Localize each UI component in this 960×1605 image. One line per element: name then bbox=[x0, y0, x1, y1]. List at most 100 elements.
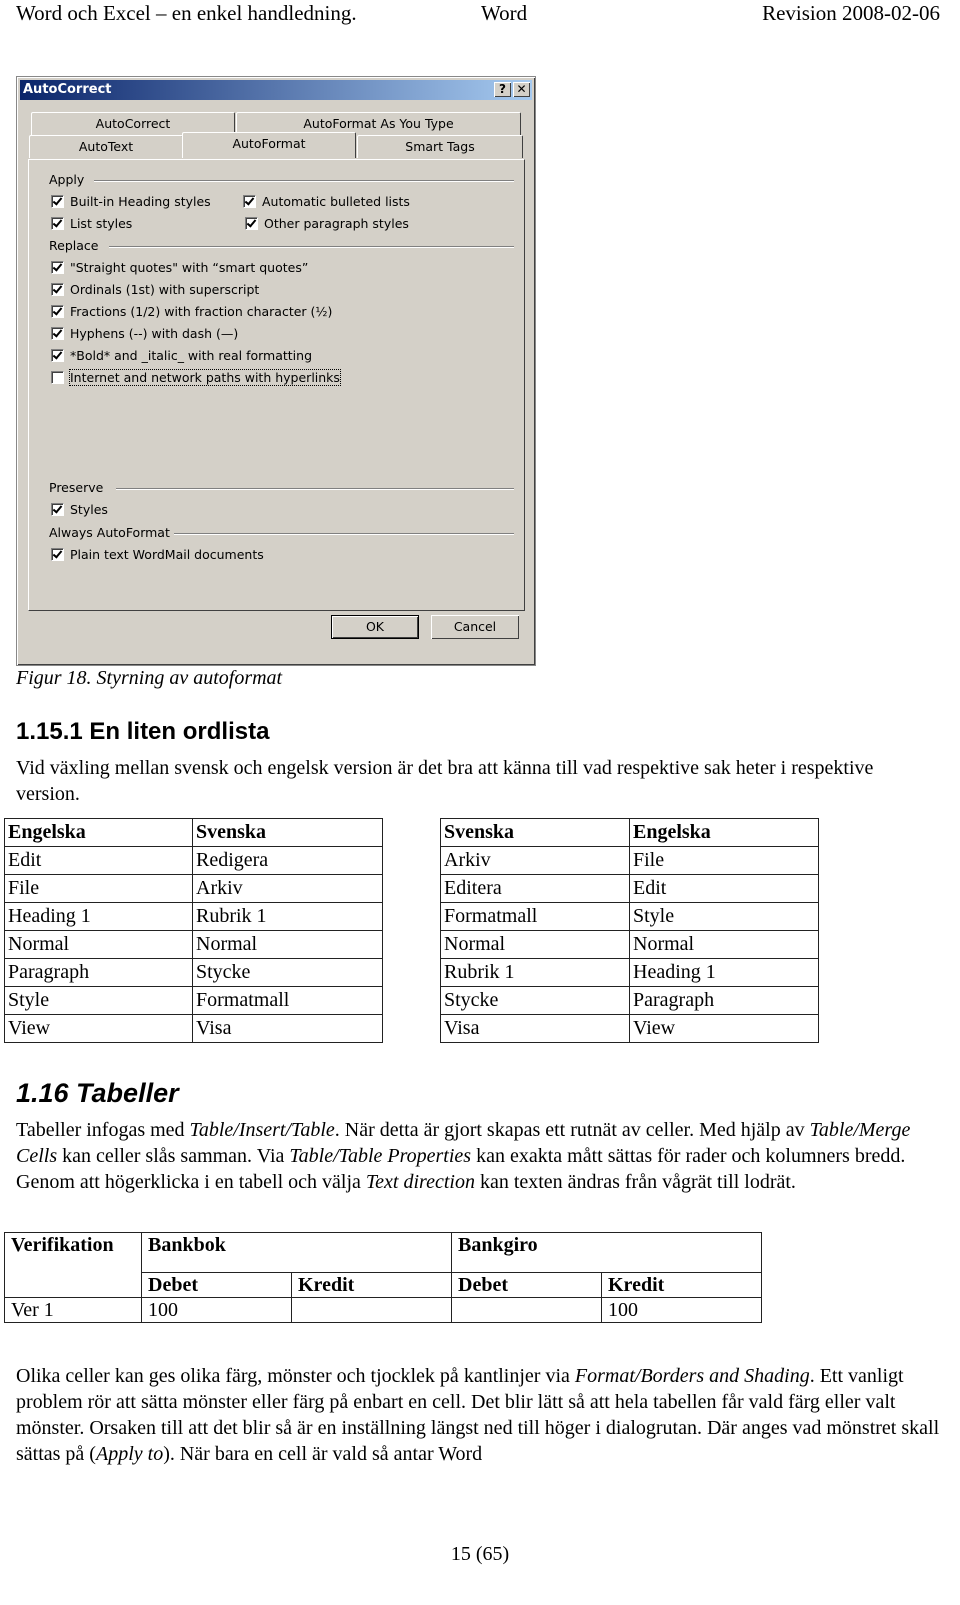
table-cell: Arkiv bbox=[192, 874, 383, 903]
checkbox-list-styles[interactable]: List styles bbox=[51, 216, 132, 231]
checkbox-box[interactable] bbox=[243, 195, 256, 208]
table-cell: Redigera bbox=[192, 846, 383, 875]
autocorrect-dialog: AutoCorrect ? ✕ AutoCorrect AutoFormat A… bbox=[16, 76, 536, 666]
table-cell: View bbox=[4, 1014, 193, 1043]
dialog-title-bar: AutoCorrect ? ✕ bbox=[20, 80, 532, 100]
checkbox-box[interactable] bbox=[51, 283, 64, 296]
checkbox-ordinals[interactable]: Ordinals (1st) with superscript bbox=[51, 282, 259, 297]
table-row: Normal Normal bbox=[4, 930, 383, 959]
table-row: File Arkiv bbox=[4, 874, 383, 903]
help-icon[interactable]: ? bbox=[494, 82, 511, 97]
checkbox-box[interactable] bbox=[51, 305, 64, 318]
checkbox-box[interactable] bbox=[51, 371, 64, 384]
checkbox-box[interactable] bbox=[51, 548, 64, 561]
table-cell bbox=[291, 1297, 452, 1323]
tab-autotext[interactable]: AutoText bbox=[29, 135, 183, 158]
table-cell: File bbox=[629, 846, 819, 875]
table-cell: Formatmall bbox=[440, 902, 630, 931]
table-cell: Stycke bbox=[440, 986, 630, 1015]
example-table: Verifikation Bankbok Bankgiro Debet Kred… bbox=[4, 1232, 762, 1323]
cancel-button[interactable]: Cancel bbox=[431, 615, 519, 639]
table-cell: Stycke bbox=[192, 958, 383, 987]
close-icon[interactable]: ✕ bbox=[513, 82, 530, 97]
table-cell: Edit bbox=[4, 846, 193, 875]
dialog-title: AutoCorrect bbox=[23, 82, 112, 97]
table-cell: Formatmall bbox=[192, 986, 383, 1015]
checkbox-hyphens[interactable]: Hyphens (--) with dash (—) bbox=[51, 326, 238, 341]
glossary-table-sv-en: Svenska Engelska Arkiv File Editera Edit Forma… bbox=[440, 818, 819, 1043]
table-cell: Normal bbox=[440, 930, 630, 959]
table-cell: 100 bbox=[601, 1297, 762, 1323]
table-header-row: Svenska Engelska bbox=[440, 818, 819, 847]
table-cell: Ver 1 bbox=[4, 1297, 142, 1323]
header-bankbok: Bankbok bbox=[141, 1232, 452, 1273]
tab-smart-tags[interactable]: Smart Tags bbox=[357, 135, 523, 158]
column-header: Engelska bbox=[629, 818, 819, 847]
divider bbox=[94, 180, 514, 182]
group-apply-label: Apply bbox=[49, 172, 85, 187]
table-cell: Edit bbox=[629, 874, 819, 903]
column-header: Svenska bbox=[440, 818, 630, 847]
section-heading-tabeller: 1.16 Tabeller bbox=[16, 1078, 179, 1108]
tab-autoformat[interactable]: AutoFormat bbox=[182, 132, 356, 158]
column-header: Svenska bbox=[192, 818, 383, 847]
text-run: kan texten ändras från vågrät till lodrä… bbox=[474, 1171, 796, 1193]
paragraph-tabeller: Tabeller infogas med Table/Insert/Table.… bbox=[16, 1117, 941, 1195]
divider bbox=[174, 533, 514, 535]
checkbox-smart-quotes[interactable]: "Straight quotes" with “smart quotes” bbox=[51, 260, 308, 275]
table-cell: Normal bbox=[629, 930, 819, 959]
table-cell: Arkiv bbox=[440, 846, 630, 875]
ok-button[interactable]: OK bbox=[331, 615, 419, 639]
checkbox-builtin-heading-styles[interactable]: Built-in Heading styles bbox=[51, 194, 211, 209]
checkbox-other-paragraph-styles[interactable]: Other paragraph styles bbox=[245, 216, 409, 231]
table-row: Stycke Paragraph bbox=[440, 986, 819, 1015]
checkbox-box[interactable] bbox=[51, 261, 64, 274]
checkbox-fractions[interactable]: Fractions (1/2) with fraction character … bbox=[51, 304, 332, 319]
text-run: Olika celler kan ges olika färg, mönster… bbox=[16, 1365, 575, 1387]
divider bbox=[116, 488, 514, 490]
group-replace-label: Replace bbox=[49, 238, 99, 253]
checkbox-box[interactable] bbox=[51, 195, 64, 208]
checkbox-bold-italic[interactable]: *Bold* and _italic_ with real formatting bbox=[51, 348, 312, 363]
checkbox-box[interactable] bbox=[51, 217, 64, 230]
checkbox-box[interactable] bbox=[51, 327, 64, 340]
table-cell: Normal bbox=[192, 930, 383, 959]
table-row: Ver 1 100 100 bbox=[4, 1297, 762, 1323]
text-run: ). När bara en cell är vald så antar Wor… bbox=[163, 1443, 483, 1465]
checkbox-hyperlinks[interactable]: Internet and network paths with hyperlin… bbox=[51, 369, 341, 386]
table-cell bbox=[451, 1297, 602, 1323]
table-cell: File bbox=[4, 874, 193, 903]
text-run: Tabeller infogas med bbox=[16, 1119, 190, 1141]
paragraph-intro: Vid växling mellan svensk och engelsk ve… bbox=[16, 757, 874, 805]
divider bbox=[109, 246, 514, 248]
subheader-kredit: Kredit bbox=[601, 1272, 762, 1298]
table-cell: Paragraph bbox=[629, 986, 819, 1015]
checkbox-automatic-bulleted-lists[interactable]: Automatic bulleted lists bbox=[243, 194, 410, 209]
menu-path-text: Table/Insert/Table bbox=[189, 1119, 335, 1141]
table-cell: Visa bbox=[440, 1014, 630, 1043]
table-cell: Heading 1 bbox=[4, 902, 193, 931]
table-cell: Paragraph bbox=[4, 958, 193, 987]
checkbox-box[interactable] bbox=[245, 217, 258, 230]
menu-path-text: Apply to bbox=[95, 1443, 164, 1465]
table-cell: Normal bbox=[4, 930, 193, 959]
table-cell: Style bbox=[4, 986, 193, 1015]
table-row: Arkiv File bbox=[440, 846, 819, 875]
checkbox-box[interactable] bbox=[51, 503, 64, 516]
table-row: Rubrik 1 Heading 1 bbox=[440, 958, 819, 987]
checkbox-plain-text-wordmail[interactable]: Plain text WordMail documents bbox=[51, 547, 264, 562]
text-run: . När detta är gjort skapas ett rutnät a… bbox=[334, 1119, 810, 1141]
table-row: Heading 1 Rubrik 1 bbox=[4, 902, 383, 931]
section-heading-ordlista: 1.15.1 En liten ordlista bbox=[16, 718, 270, 745]
header-document-title: Word och Excel – en enkel handledning. bbox=[16, 1, 357, 25]
checkbox-preserve-styles[interactable]: Styles bbox=[51, 502, 108, 517]
checkbox-box[interactable] bbox=[51, 349, 64, 362]
table-cell: Heading 1 bbox=[629, 958, 819, 987]
table-row: View Visa bbox=[4, 1014, 383, 1043]
group-always-autoformat-label: Always AutoFormat bbox=[49, 525, 170, 540]
glossary-table-en-sv: Engelska Svenska Edit Redigera File Arkiv Head… bbox=[4, 818, 383, 1043]
column-header: Engelska bbox=[4, 818, 193, 847]
table-cell: Style bbox=[629, 902, 819, 931]
table-cell: Rubrik 1 bbox=[192, 902, 383, 931]
header-revision: Revision 2008-02-06 bbox=[762, 1, 940, 25]
